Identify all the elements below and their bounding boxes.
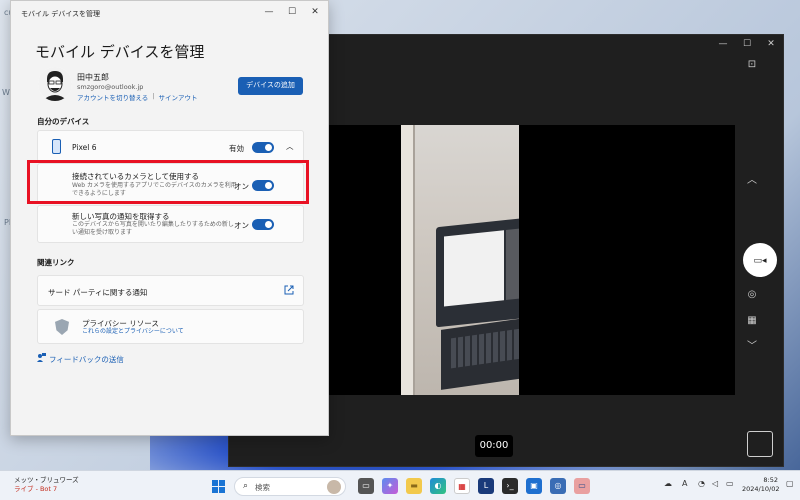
close-button[interactable]: ✕ [759, 35, 783, 53]
clock-date: 2024/10/02 [742, 485, 780, 493]
gallery-thumbnail[interactable] [747, 431, 773, 457]
app-l-icon[interactable]: L [478, 478, 494, 494]
add-device-button[interactable]: デバイスの追加 [238, 77, 303, 95]
my-devices-heading: 自分のデバイス [37, 117, 90, 126]
edge-icon[interactable]: ◐ [430, 478, 446, 494]
account-links: アカウントを切り替える | サインアウト [77, 92, 198, 102]
photo-option-desc: このデバイスから写真を開いたり編集したりするための新し [72, 221, 234, 228]
phone-icon [52, 139, 61, 154]
photo-option-row: 新しい写真の通知を取得する このデバイスから写真を開いたり編集したりするための新… [37, 205, 304, 243]
device-name: Pixel 6 [72, 143, 97, 152]
search-highlight-icon [327, 480, 341, 494]
highlight-annotation [27, 160, 309, 204]
terminal-icon[interactable]: ›_ [502, 478, 518, 494]
search-icon: ⌕ [243, 481, 249, 491]
camera-settings-icon[interactable]: ⊡ [735, 59, 769, 70]
laptop-screen-window [444, 230, 504, 307]
minimize-button[interactable]: — [711, 35, 735, 53]
user-email: smzgoro@outlook.jp [77, 83, 144, 91]
third-party-link-card[interactable]: サード パーティに関する通知 [37, 275, 304, 306]
input-language[interactable]: A [682, 479, 687, 488]
copilot-icon[interactable]: ✦ [382, 478, 398, 494]
manage-devices-window: モバイル デバイスを管理 — ☐ ✕ モバイル デバイスを管理 田中五郎 smz… [10, 0, 329, 436]
photo-option-desc: い通知を受け取ります [72, 229, 133, 236]
titlebar: モバイル デバイスを管理 — ☐ ✕ [11, 1, 328, 27]
video-icon: ▭◂ [753, 256, 767, 266]
send-feedback-link[interactable]: フィードバックの送信 [49, 354, 124, 365]
file-explorer-icon[interactable]: ▬ [406, 478, 422, 494]
chevron-up-icon[interactable]: ︿ [735, 171, 769, 186]
phone-link-icon[interactable]: ▣ [526, 478, 542, 494]
chevron-down-icon[interactable]: ﹀ [735, 337, 769, 352]
maximize-button[interactable]: ☐ [282, 7, 302, 17]
device-enable-toggle[interactable] [252, 142, 274, 153]
clock[interactable]: 8:52 2024/10/02 [742, 476, 780, 494]
feedback-icon [37, 353, 46, 364]
user-avatar-icon [38, 67, 72, 101]
link-separator: | [152, 92, 155, 100]
third-party-link[interactable]: サード パーティに関する通知 [48, 287, 147, 298]
news-status: ライブ - Bot 7 [14, 485, 58, 493]
device-status: 有効 [229, 144, 244, 153]
shelf-detail [401, 125, 415, 395]
user-name: 田中五郎 [77, 73, 109, 82]
taskbar: メッツ・ブリュワーズ ライブ - Bot 7 ⌕ 検索 ▭ ✦ ▬ ◐ ▦ L … [0, 470, 800, 500]
switch-account-link[interactable]: アカウントを切り替える [77, 92, 148, 102]
maximize-button[interactable]: ☐ [735, 35, 759, 53]
camera-titlebar: — ☐ ✕ [711, 35, 783, 53]
minimize-button[interactable]: — [259, 7, 279, 17]
photo-option-state: オン [234, 221, 249, 230]
volume-icon[interactable]: ◁ [712, 479, 718, 488]
camera-feed-image [401, 125, 519, 395]
photo-option-toggle[interactable] [252, 219, 274, 230]
external-link-icon [284, 285, 294, 295]
related-links-heading: 関連リンク [37, 258, 75, 267]
laptop-keys [451, 321, 519, 369]
camera-app-icon[interactable]: ◎ [550, 478, 566, 494]
video-mode-button[interactable]: ▭◂ [743, 243, 777, 277]
camera-preview [329, 125, 735, 395]
clock-time: 8:52 [763, 476, 778, 484]
laptop-screen-camera [506, 225, 519, 300]
avatar [38, 67, 72, 101]
close-button[interactable]: ✕ [305, 7, 325, 17]
task-view-icon[interactable]: ▭ [358, 478, 374, 494]
sign-out-link[interactable]: サインアウト [159, 92, 198, 102]
privacy-card[interactable]: プライバシー リソース これらの設定とプライバシーについて [37, 309, 304, 344]
store-icon[interactable]: ▦ [454, 478, 470, 494]
notification-icon[interactable]: ▢ [786, 479, 794, 488]
cloud-icon[interactable]: ☁ [664, 479, 672, 488]
recording-timer: 00:00 [475, 435, 513, 457]
page-title: モバイル デバイスを管理 [35, 43, 205, 61]
news-widget[interactable]: メッツ・ブリュワーズ ライブ - Bot 7 [14, 476, 79, 494]
video-app-icon[interactable]: ▭ [574, 478, 590, 494]
laptop-screen [436, 212, 519, 328]
qr-scan-icon[interactable]: ▦ [735, 315, 769, 326]
start-button[interactable] [212, 480, 225, 493]
wifi-icon[interactable]: ◔ [698, 479, 705, 488]
device-card[interactable]: Pixel 6 有効 ︿ [37, 130, 304, 162]
search-placeholder: 検索 [255, 483, 270, 492]
battery-icon[interactable]: ▭ [726, 479, 734, 488]
privacy-link[interactable]: これらの設定とプライバシーについて [82, 328, 184, 336]
chevron-up-icon[interactable]: ︿ [286, 141, 294, 152]
window-title: モバイル デバイスを管理 [21, 10, 101, 18]
search-box[interactable]: ⌕ 検索 [234, 477, 346, 496]
desktop-fragment: W [2, 88, 10, 97]
shield-icon [55, 319, 69, 335]
news-headline: メッツ・ブリュワーズ [14, 476, 79, 484]
photo-mode-icon[interactable]: ◎ [735, 289, 769, 300]
